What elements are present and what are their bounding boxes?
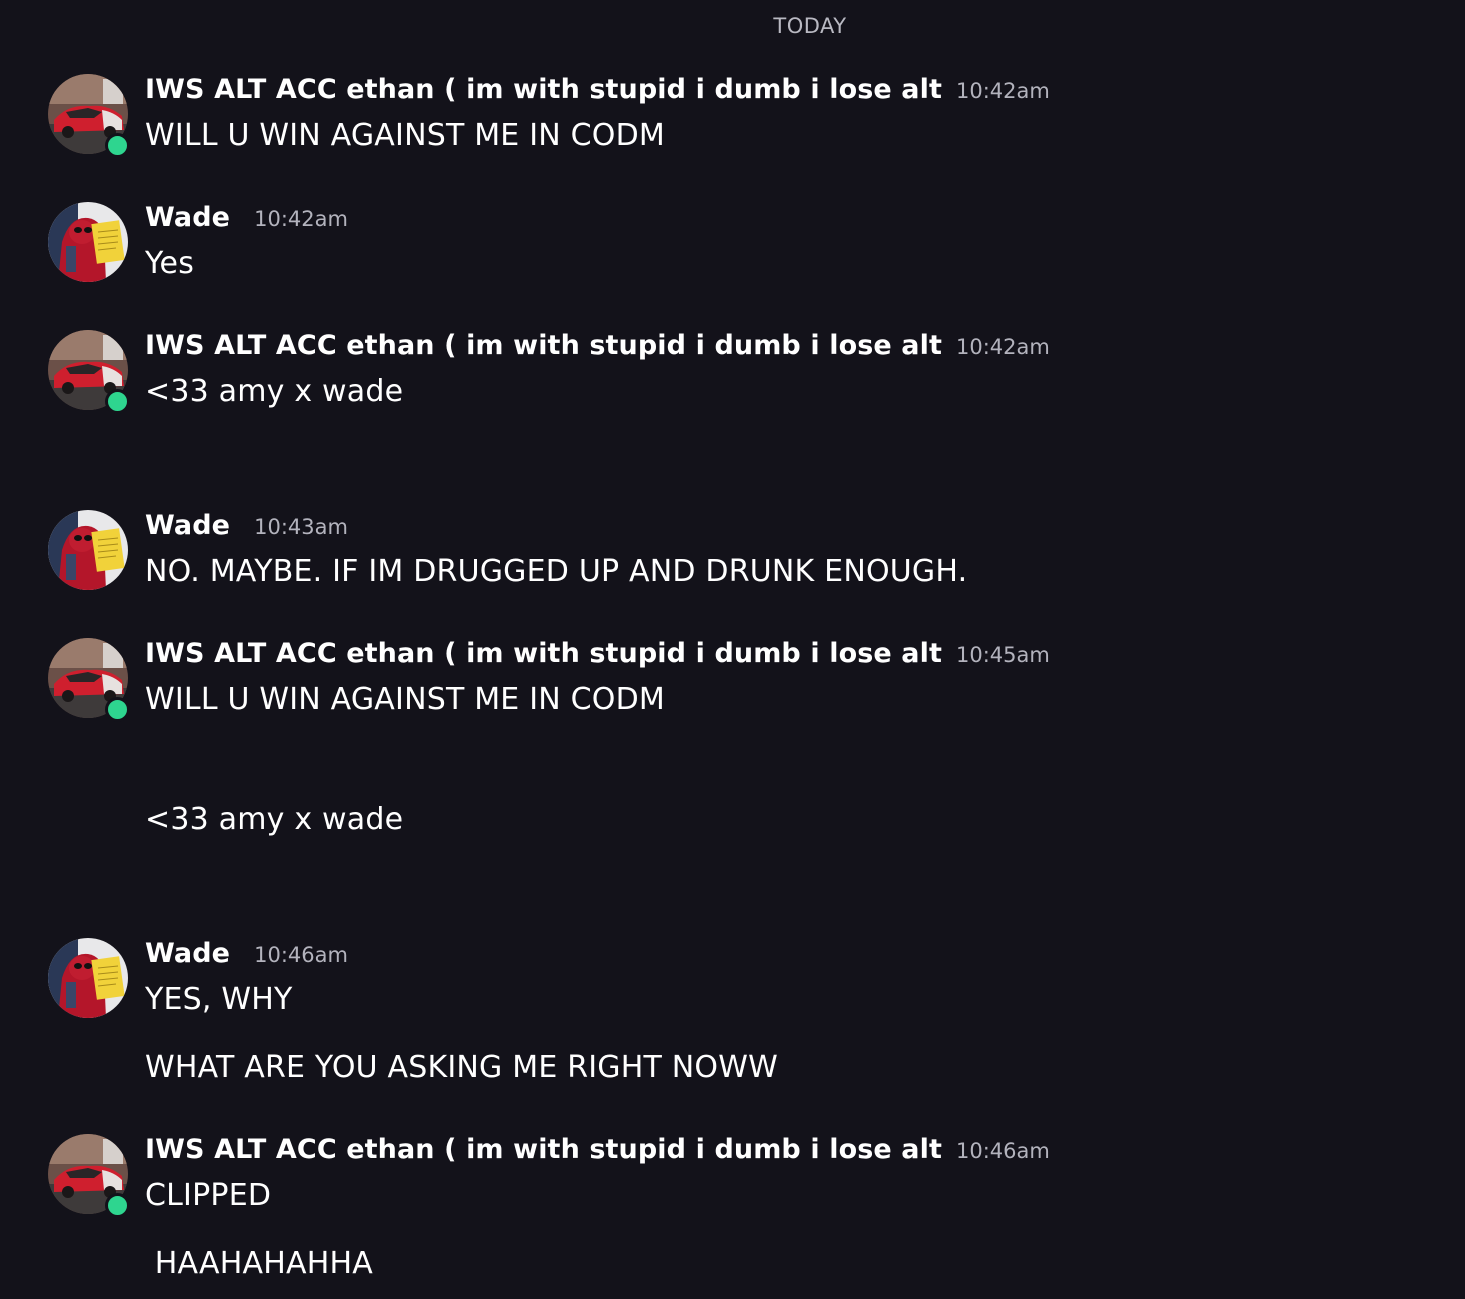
message-header: Wade 10:42am (145, 202, 348, 233)
deadpool-avatar-icon (48, 938, 128, 1018)
online-status-icon (105, 133, 130, 158)
online-status-icon (105, 1193, 130, 1218)
chat-log: TODAY IWS ALT ACC ethan ( im with stupid… (0, 0, 1465, 1299)
message-text: WILL U WIN AGAINST ME IN CODM (145, 682, 665, 717)
message-text: CLIPPED (145, 1178, 272, 1213)
user-avatar[interactable] (48, 510, 128, 590)
day-divider: TODAY (773, 14, 847, 38)
username[interactable]: Wade (145, 938, 230, 969)
username[interactable]: Wade (145, 510, 230, 541)
message-text: <33 amy x wade (145, 374, 404, 409)
message-text: <33 amy x wade (145, 802, 404, 837)
message-header: Wade 10:43am (145, 510, 348, 541)
timestamp: 10:43am (254, 515, 348, 539)
username[interactable]: IWS ALT ACC ethan ( im with stupid i dum… (145, 74, 942, 105)
timestamp: 10:42am (254, 207, 348, 231)
message-text: WILL U WIN AGAINST ME IN CODM (145, 118, 665, 153)
message-text: WHAT ARE YOU ASKING ME RIGHT NOWW (145, 1050, 778, 1085)
message-text: NO. MAYBE. IF IM DRUGGED UP AND DRUNK EN… (145, 554, 968, 589)
user-avatar[interactable] (48, 1134, 130, 1218)
timestamp: 10:45am (955, 643, 1050, 667)
online-status-icon (105, 389, 130, 414)
deadpool-avatar-icon (48, 510, 128, 590)
user-avatar[interactable] (48, 330, 130, 414)
message-header: IWS ALT ACC ethan ( im with stupid i dum… (145, 638, 1050, 669)
timestamp: 10:46am (254, 943, 348, 967)
username[interactable]: Wade (145, 202, 230, 233)
user-avatar[interactable] (48, 638, 130, 722)
user-avatar[interactable] (48, 202, 128, 282)
username[interactable]: IWS ALT ACC ethan ( im with stupid i dum… (145, 1134, 942, 1165)
timestamp: 10:46am (955, 1139, 1050, 1163)
message-text: YES, WHY (145, 982, 293, 1017)
user-avatar[interactable] (48, 74, 130, 158)
username[interactable]: IWS ALT ACC ethan ( im with stupid i dum… (145, 330, 942, 361)
deadpool-avatar-icon (48, 202, 128, 282)
user-avatar[interactable] (48, 938, 128, 1018)
username[interactable]: IWS ALT ACC ethan ( im with stupid i dum… (145, 638, 942, 669)
timestamp: 10:42am (955, 335, 1050, 359)
message-header: IWS ALT ACC ethan ( im with stupid i dum… (145, 1134, 1050, 1165)
message-header: IWS ALT ACC ethan ( im with stupid i dum… (145, 74, 1050, 105)
timestamp: 10:42am (955, 79, 1050, 103)
message-text: HAAHAHAHHA (145, 1246, 373, 1281)
message-text: Yes (145, 246, 195, 281)
online-status-icon (105, 697, 130, 722)
message-header: IWS ALT ACC ethan ( im with stupid i dum… (145, 330, 1050, 361)
message-header: Wade 10:46am (145, 938, 348, 969)
